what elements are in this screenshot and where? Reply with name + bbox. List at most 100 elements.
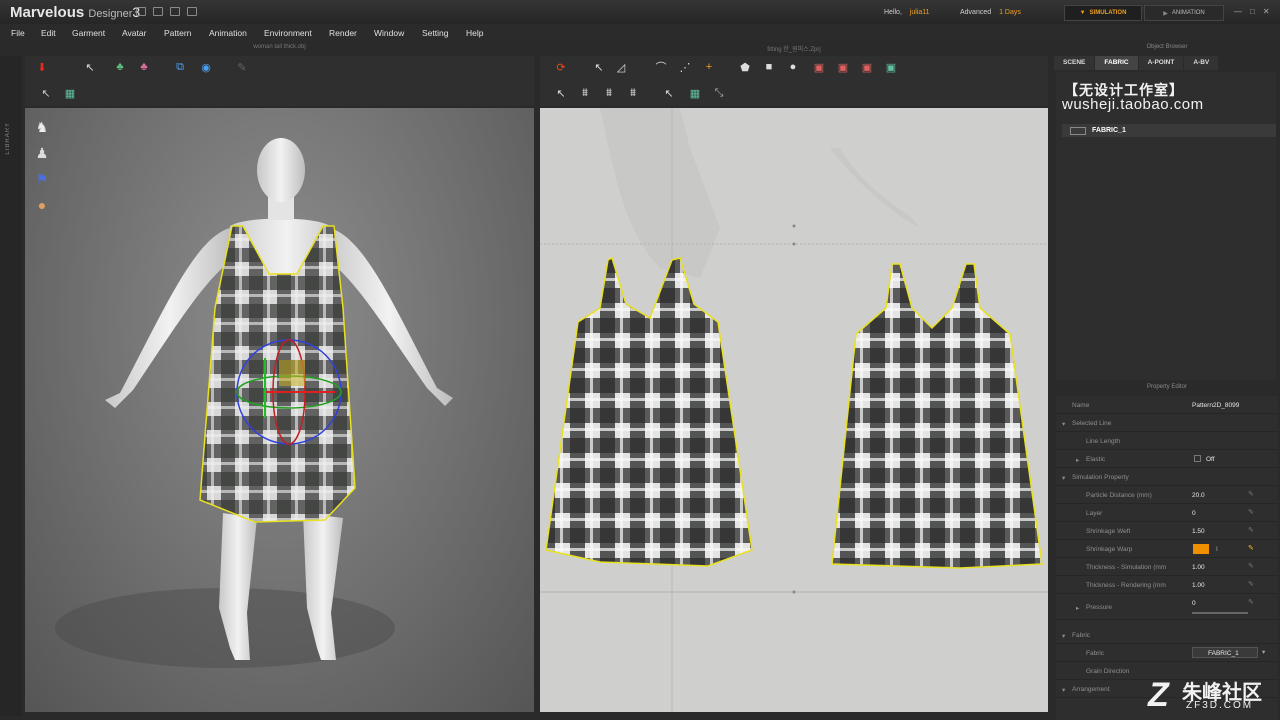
maximize-icon[interactable]: □ (1250, 7, 1255, 16)
edit-icon[interactable]: ✎ (1248, 508, 1254, 516)
menu-window[interactable]: Window (374, 24, 404, 42)
menu-avatar[interactable]: Avatar (122, 24, 146, 42)
thickness-render-value[interactable]: 1.00 (1192, 582, 1205, 589)
menu-garment[interactable]: Garment (72, 24, 105, 42)
edit-icon[interactable]: ✎ (1248, 580, 1254, 588)
thickness-sim-value[interactable]: 1.00 (1192, 564, 1205, 571)
select-move-icon[interactable]: ↖ (81, 59, 99, 75)
edit-point-icon[interactable]: ◿ (612, 59, 630, 75)
undo-icon[interactable] (170, 7, 180, 16)
menu-help[interactable]: Help (466, 24, 483, 42)
menu-file[interactable]: File (11, 24, 25, 42)
grid-icon[interactable]: ▦ (61, 85, 79, 101)
sim-property-section[interactable]: ▾ Simulation Property (1056, 468, 1278, 486)
watermark-url: wusheji.taobao.com (1062, 96, 1204, 113)
internal-circle-icon[interactable]: ▣ (858, 59, 876, 75)
shrinkage-warp-input[interactable] (1193, 544, 1209, 554)
simulation-mode-button[interactable]: ▼ SIMULATION (1064, 5, 1142, 21)
menu-pattern[interactable]: Pattern (164, 24, 191, 42)
minimize-icon[interactable]: — (1234, 7, 1242, 16)
menu-environment[interactable]: Environment (264, 24, 312, 42)
refresh-icon[interactable]: ⟳ (552, 59, 570, 75)
tab-a-bv[interactable]: A-BV (1184, 56, 1219, 70)
arrange-icon[interactable]: ↖ (660, 85, 678, 101)
section-toggle-icon: ▾ (1062, 475, 1066, 482)
prop-name-value[interactable]: Pattern2D_8099 (1192, 402, 1239, 409)
close-icon[interactable]: ✕ (1263, 7, 1270, 16)
layer-value[interactable]: 0 (1192, 510, 1196, 517)
free-seam-icon[interactable]: ⩩ (600, 85, 618, 101)
rectangle-icon[interactable]: ■ (760, 59, 778, 75)
segment-icon[interactable]: ↖ (552, 85, 570, 101)
menu-render[interactable]: Render (329, 24, 357, 42)
fold-icon[interactable]: ⧉ (171, 59, 189, 75)
chevron-down-icon[interactable]: ▾ (1262, 648, 1265, 656)
expand-icon[interactable]: ▸ (1076, 456, 1079, 464)
tack-on-icon[interactable]: ⩩ (624, 85, 642, 101)
pivot-point-top (792, 224, 796, 228)
menu-bar: File Edit Garment Avatar Pattern Animati… (0, 24, 1280, 42)
edit-icon[interactable]: ✎ (1248, 490, 1254, 498)
tab-a-point[interactable]: A-POINT (1138, 56, 1184, 70)
shrinkage-weft-value[interactable]: 1.50 (1192, 528, 1205, 535)
tab-fabric[interactable]: FABRIC (1095, 56, 1138, 70)
curve-icon[interactable]: ⌒ (652, 59, 670, 75)
folder-icon[interactable] (153, 7, 163, 16)
expand-icon[interactable]: ▸ (1076, 604, 1079, 612)
pressure-slider[interactable] (1192, 612, 1248, 614)
trace-icon[interactable]: ▣ (882, 59, 900, 75)
tab-scene[interactable]: SCENE (1054, 56, 1095, 70)
edit-icon[interactable]: ✎ (1248, 598, 1254, 606)
particle-distance-value[interactable]: 20.0 (1192, 492, 1205, 499)
layer-row: Layer 0 ✎ (1056, 504, 1278, 522)
layer-label: Layer (1086, 510, 1103, 517)
menu-setting[interactable]: Setting (422, 24, 448, 42)
texture-icon[interactable]: ▦ (686, 85, 704, 101)
object-browser-list[interactable]: 【无设计工作室】 wusheji.taobao.com FABRIC_1 (1056, 72, 1276, 380)
shirt-move-icon[interactable]: ♣ (135, 59, 153, 75)
edit-texture-icon[interactable]: ⤡ (710, 85, 728, 101)
thickness-sim-row: Thickness - Simulation (mm 1.00 ✎ (1056, 558, 1278, 576)
edit-icon[interactable]: ✎ (1248, 562, 1254, 570)
circle-icon[interactable]: ● (784, 59, 802, 75)
polygon-icon[interactable]: ⬟ (736, 59, 754, 75)
edit-icon[interactable]: ✎ (1248, 526, 1254, 534)
fabric-list-item[interactable]: FABRIC_1 (1062, 124, 1276, 137)
user-name[interactable]: julia11 (910, 9, 930, 16)
avatar-icon[interactable]: ♟ (33, 144, 51, 162)
pin-icon[interactable]: ◉ (197, 59, 215, 75)
simulate-icon[interactable]: ⬇ (33, 59, 51, 75)
menu-animation[interactable]: Animation (209, 24, 247, 42)
license-info: Advanced 1 Days (960, 9, 1021, 16)
select-icon[interactable]: ↖ (590, 59, 608, 75)
property-editor-title: Property Editor (1146, 384, 1188, 390)
garment-icon[interactable]: ♞ (33, 118, 51, 136)
seam-icon[interactable]: ⩩ (576, 85, 594, 101)
elastic-checkbox[interactable] (1194, 455, 1201, 462)
measure-icon[interactable]: ⚑ (33, 170, 51, 188)
shrinkage-weft-row: Shrinkage Weft 1.50 ✎ (1056, 522, 1278, 540)
library-strip[interactable]: LIBRARY (0, 56, 22, 716)
selected-line-section[interactable]: ▾ Selected Line (1056, 414, 1278, 432)
pressure-value[interactable]: 0 (1192, 600, 1196, 607)
face-icon[interactable]: ● (33, 196, 51, 214)
fabric-section[interactable]: ▾ Fabric (1056, 626, 1278, 644)
viewport-2d[interactable] (540, 108, 1048, 712)
text-cursor-icon: I (1216, 546, 1218, 553)
chart-icon[interactable] (136, 7, 146, 16)
animation-mode-button[interactable]: ▶ ANIMATION (1144, 5, 1224, 21)
tack-icon[interactable]: ✎ (233, 59, 251, 75)
add-point-icon[interactable]: + (700, 59, 718, 75)
dart-icon[interactable]: ▣ (810, 59, 828, 75)
edit-icon[interactable]: ✎ (1248, 544, 1254, 552)
fabric-item-label: FABRIC_1 (1092, 127, 1126, 134)
point-icon[interactable]: ⋰ (676, 59, 694, 75)
shirt-select-icon[interactable]: ♣ (111, 59, 129, 75)
menu-edit[interactable]: Edit (41, 24, 56, 42)
transform-icon[interactable]: ↖ (37, 85, 55, 101)
app-logo: Marvelous Designer3 (10, 4, 140, 21)
redo-icon[interactable] (187, 7, 197, 16)
pattern-scene (540, 108, 1048, 712)
viewport-3d[interactable]: ♞ ♟ ⚑ ● (25, 108, 534, 712)
internal-rect-icon[interactable]: ▣ (834, 59, 852, 75)
